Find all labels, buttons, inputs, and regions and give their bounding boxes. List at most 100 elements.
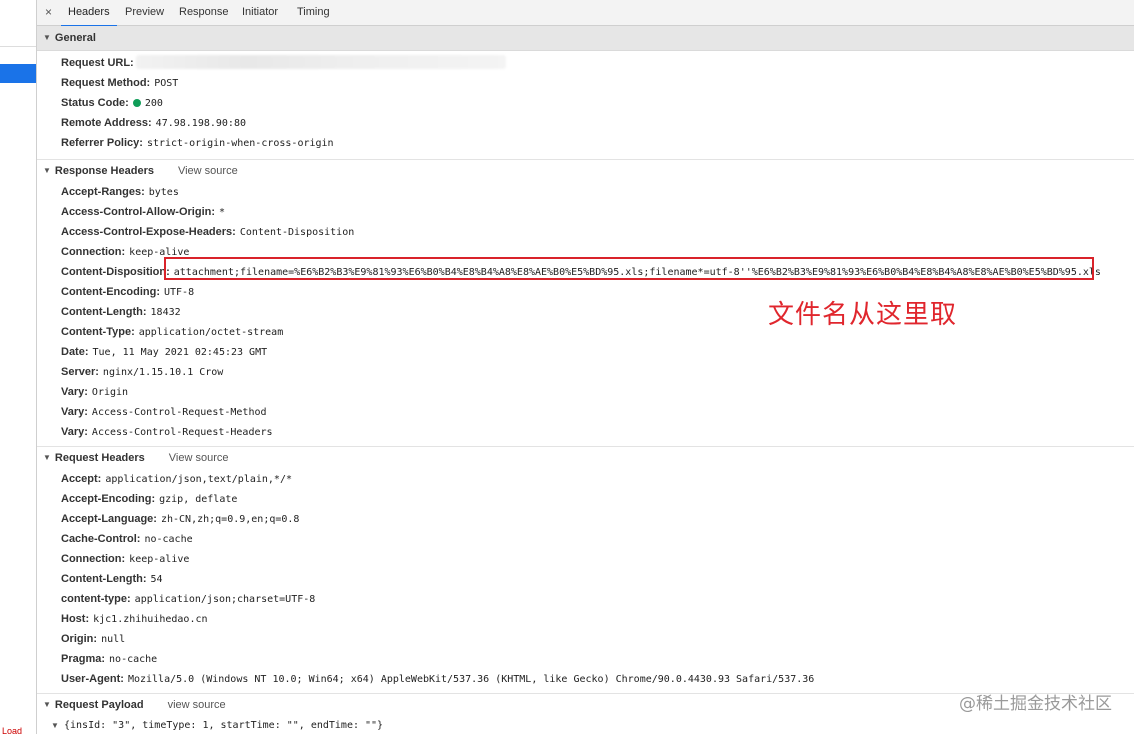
header-key: Status Code: (61, 97, 129, 109)
header-row: Accept-Language: zh-CN,zh;q=0.9,en;q=0.8 (37, 509, 1134, 529)
header-value: application/json;charset=UTF-8 (134, 594, 316, 605)
header-key: content-type: (61, 593, 131, 605)
header-value: application/octet-stream (138, 327, 284, 338)
expand-triangle-icon: ▼ (43, 166, 51, 175)
header-value: 54 (150, 574, 163, 585)
header-row: Content-Encoding: UTF-8 (37, 282, 1134, 302)
header-row: Status Code: 200 (37, 93, 1134, 113)
left-strip-text: Load (2, 726, 23, 736)
general-section-header[interactable]: ▼ General (37, 26, 1134, 51)
header-row: Connection: keep-alive (37, 549, 1134, 569)
header-value: UTF-8 (163, 287, 195, 298)
header-row: Content-Length: 18432 (37, 302, 1134, 322)
header-key: Request URL: (61, 57, 134, 69)
header-key: Origin: (61, 633, 98, 645)
close-icon[interactable]: × (45, 5, 52, 19)
header-value: no-cache (109, 654, 158, 665)
header-value: Tue, 11 May 2021 02:45:23 GMT (92, 347, 268, 358)
header-key: Access-Control-Allow-Origin: (61, 206, 216, 218)
header-row: Server: nginx/1.15.10.1 Crow (37, 362, 1134, 382)
tab-bar: × Headers Preview Response Initiator Tim… (37, 0, 1134, 27)
header-key: Request Method: (61, 77, 151, 89)
header-key: Accept-Language: (61, 513, 157, 525)
header-value: zh-CN,zh;q=0.9,en;q=0.8 (160, 514, 300, 525)
header-row: Content-Length: 54 (37, 569, 1134, 589)
view-source-link[interactable]: View source (178, 165, 238, 177)
tab-initiator[interactable]: Initiator (242, 6, 278, 18)
selected-request-row[interactable] (0, 64, 36, 83)
payload-body[interactable]: ▼ {insId: "3", timeType: 1, startTime: "… (37, 716, 1134, 734)
header-row: Accept-Ranges: bytes (37, 182, 1134, 202)
headers-panel: ▼ General Request URL: Request Method: POS… (37, 26, 1134, 734)
expand-triangle-icon: ▼ (43, 700, 51, 709)
header-key: Cache-Control: (61, 533, 141, 545)
header-row: Vary: Access-Control-Request-Method (37, 402, 1134, 422)
header-row: Access-Control-Expose-Headers: Content-Di… (37, 222, 1134, 242)
header-row: Cache-Control: no-cache (37, 529, 1134, 549)
header-key: Content-Disposition: (61, 266, 170, 278)
header-key: Accept-Encoding: (61, 493, 156, 505)
header-row: Date: Tue, 11 May 2021 02:45:23 GMT (37, 342, 1134, 362)
header-key: Accept-Ranges: (61, 186, 145, 198)
header-row: content-type: application/json;charset=UT… (37, 589, 1134, 609)
tab-preview[interactable]: Preview (125, 6, 164, 18)
header-value: null (101, 634, 126, 645)
header-row: Accept-Encoding: gzip, deflate (37, 489, 1134, 509)
header-row: Vary: Access-Control-Request-Headers (37, 422, 1134, 442)
annotation-text: 文件名从这里取 (768, 300, 958, 330)
header-key: Connection: (61, 553, 126, 565)
header-value: kjc1.zhihuihedao.cn (93, 614, 208, 625)
header-value: Content-Disposition (239, 227, 355, 238)
expand-triangle-icon: ▼ (43, 33, 51, 42)
header-value: nginx/1.15.10.1 Crow (102, 367, 224, 378)
header-value: application/json,text/plain,*/* (105, 474, 292, 485)
header-key: Vary: (61, 406, 88, 418)
header-key: Content-Type: (61, 326, 135, 338)
watermark: @稀土掘金技术社区 (959, 694, 1112, 714)
expand-triangle-icon: ▼ (51, 721, 59, 730)
header-row: User-Agent: Mozilla/5.0 (Windows NT 10.0;… (37, 669, 1134, 689)
header-row: Content-Type: application/octet-stream (37, 322, 1134, 342)
header-key: Pragma: (61, 653, 106, 665)
header-key: Host: (61, 613, 90, 625)
tab-response[interactable]: Response (179, 6, 229, 18)
request-list-row[interactable] (0, 26, 36, 47)
view-source-link[interactable]: view source (168, 699, 226, 711)
header-key: Access-Control-Expose-Headers: (61, 226, 236, 238)
blurred-url (135, 55, 506, 69)
header-value: no-cache (144, 534, 193, 545)
tab-headers[interactable]: Headers (61, 6, 117, 27)
header-value: Mozilla/5.0 (Windows NT 10.0; Win64; x64… (127, 674, 815, 685)
header-key: Remote Address: (61, 117, 152, 129)
header-row: Origin: null (37, 629, 1134, 649)
header-value: 47.98.198.90:80 (155, 118, 246, 129)
header-value: keep-alive (129, 554, 190, 565)
header-row: Remote Address: 47.98.198.90:80 (37, 113, 1134, 133)
header-row: Referrer Policy: strict-origin-when-cross… (37, 133, 1134, 153)
request-headers-section-header[interactable]: ▼ Request Headers View source (37, 447, 1134, 469)
header-value: POST (154, 78, 179, 89)
header-value: Access-Control-Request-Headers (91, 427, 273, 438)
header-row: Access-Control-Allow-Origin: * (37, 202, 1134, 222)
status-ok-icon (132, 99, 141, 107)
view-source-link[interactable]: View source (169, 452, 229, 464)
header-value: 18432 (150, 307, 181, 318)
header-value: 200 (144, 98, 163, 109)
header-value: bytes (148, 187, 179, 198)
header-key: Date: (61, 346, 89, 358)
header-value: gzip, deflate (159, 494, 238, 505)
header-row: Vary: Origin (37, 382, 1134, 402)
header-key: Content-Length: (61, 306, 147, 318)
response-headers-section-header[interactable]: ▼ Response Headers View source (37, 160, 1134, 182)
header-row: Request URL: (37, 53, 1134, 73)
header-key: Vary: (61, 426, 88, 438)
header-value: * (219, 207, 226, 218)
request-list-strip: Load (0, 0, 37, 736)
header-row: Accept: application/json,text/plain,*/* (37, 469, 1134, 489)
header-key: User-Agent: (61, 673, 124, 685)
tab-timing[interactable]: Timing (297, 6, 330, 18)
header-key: Referrer Policy: (61, 137, 143, 149)
header-key: Content-Length: (61, 573, 147, 585)
header-value: Access-Control-Request-Method (91, 407, 267, 418)
expand-triangle-icon: ▼ (43, 453, 51, 462)
